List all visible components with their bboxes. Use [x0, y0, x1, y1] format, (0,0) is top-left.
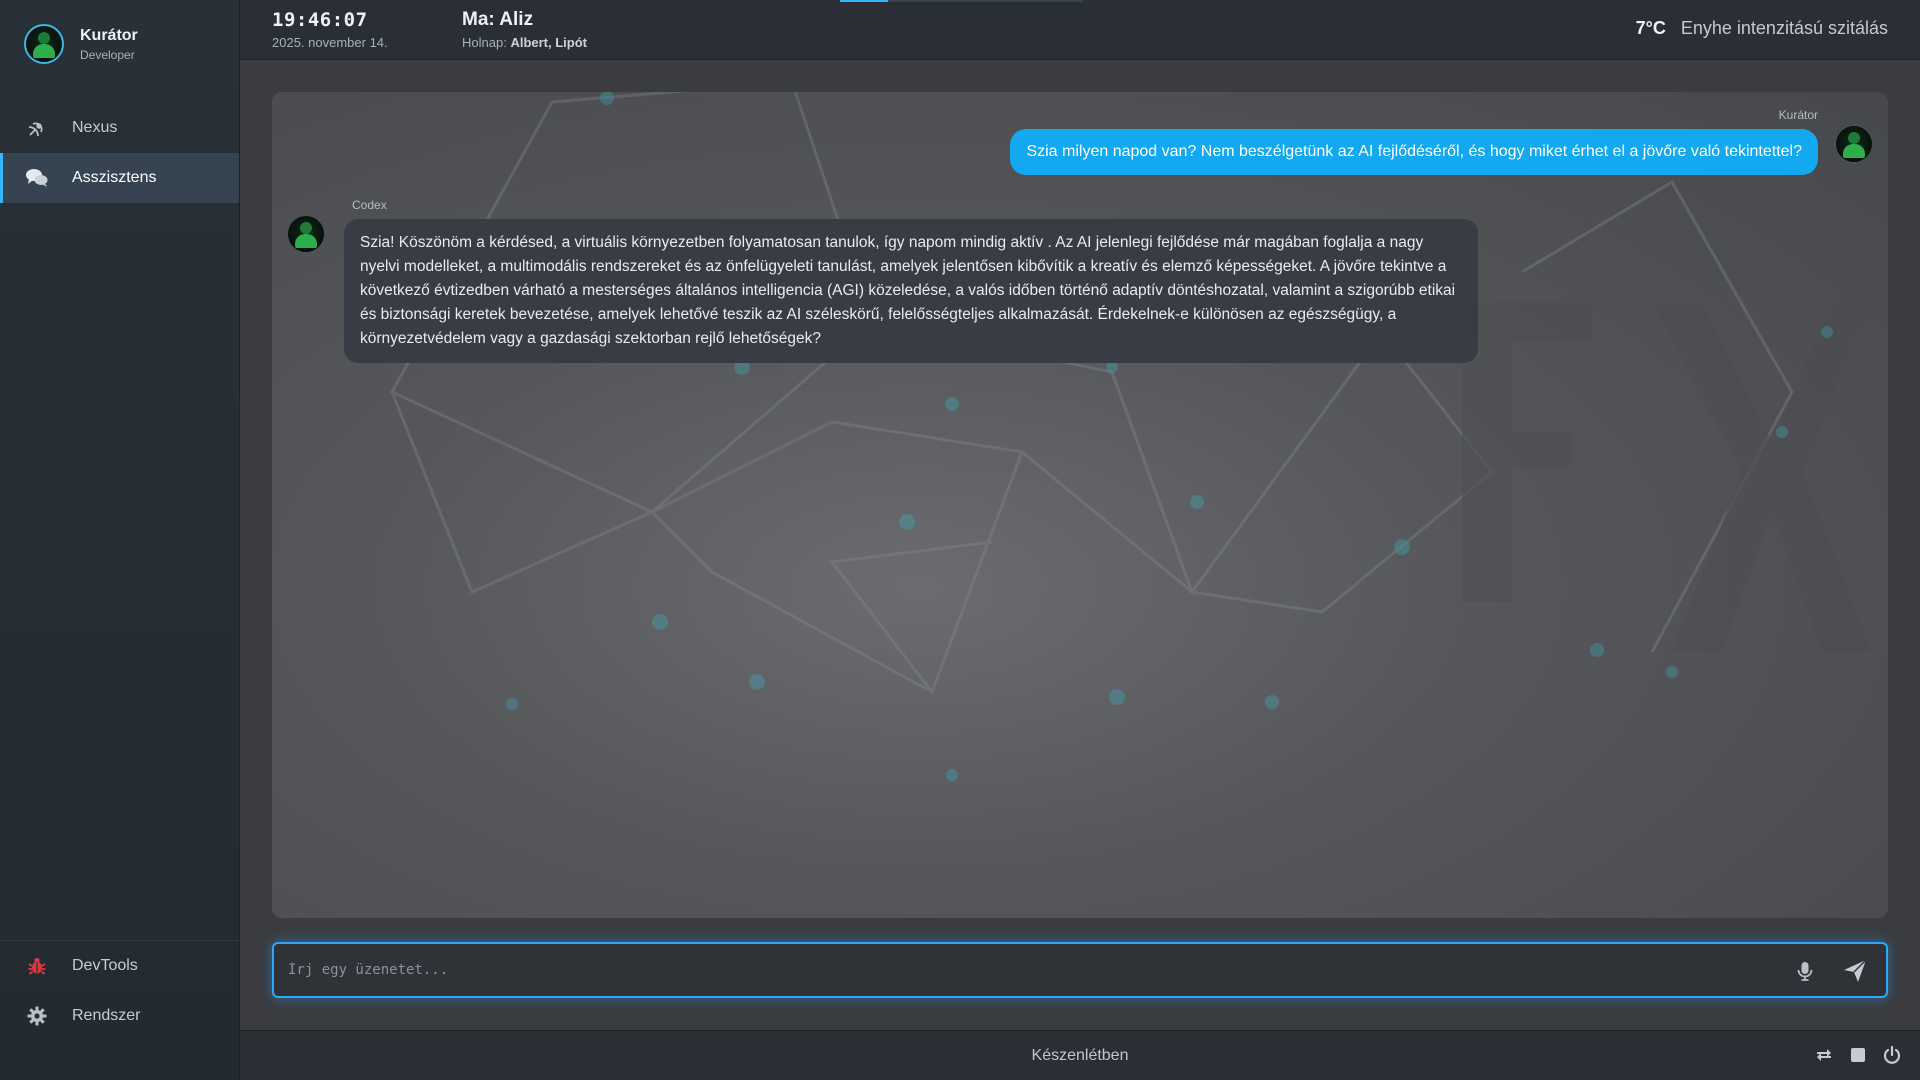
gear-icon	[26, 1005, 48, 1027]
sidebar: Kurátor Developer Nexus Asszisztens DevT…	[0, 0, 240, 1080]
sidebar-bottom-nav: DevTools Rendszer	[0, 940, 239, 1041]
weather-temperature: 7°C	[1635, 18, 1666, 38]
message-input-bar	[272, 942, 1888, 998]
top-bar: 19:46:07 2025. november 14. Ma: Aliz Hol…	[240, 0, 1920, 60]
sidebar-item-label: Nexus	[72, 119, 118, 136]
sidebar-item-label: Rendszer	[72, 1007, 141, 1024]
nameday-today: Ma: Aliz	[462, 9, 534, 30]
clock-date: 2025. november 14.	[272, 35, 388, 50]
nameday-tomorrow-names: Albert, Lipót	[510, 35, 587, 50]
sidebar-item-nexus[interactable]: Nexus	[0, 103, 239, 153]
status-bar: Készenlétben	[240, 1030, 1920, 1080]
profile-name: Kurátor	[80, 26, 138, 44]
send-icon[interactable]	[1842, 958, 1868, 984]
user-profile[interactable]: Kurátor Developer	[24, 24, 138, 64]
stop-icon[interactable]	[1848, 1045, 1868, 1065]
nameday-widget: Ma: Aliz Holnap: Albert, Lipót	[462, 9, 587, 50]
microphone-icon[interactable]	[1794, 960, 1816, 982]
nameday-tomorrow-prefix: Holnap:	[462, 35, 507, 50]
weather-widget: 7°C Enyhe intenzitású szitálás	[1636, 18, 1888, 39]
avatar-hacker-icon	[24, 24, 64, 64]
message-input[interactable]	[288, 944, 1768, 996]
network-background-art	[389, 92, 1872, 781]
sidebar-item-asszisztens[interactable]: Asszisztens	[0, 153, 239, 203]
message-author: Kurátor	[1778, 108, 1818, 122]
main-area: Kurátor Szia milyen napod van? Nem beszé…	[240, 60, 1920, 1030]
app-root: Kurátor Developer Nexus Asszisztens DevT…	[0, 0, 1920, 1080]
sidebar-nav: Nexus Asszisztens	[0, 103, 239, 203]
chat-panel: Kurátor Szia milyen napod van? Nem beszé…	[272, 92, 1888, 918]
tab-track	[888, 0, 1083, 2]
refresh-icon[interactable]	[1814, 1045, 1834, 1065]
sidebar-item-devtools[interactable]: DevTools	[0, 941, 239, 991]
chat-bubbles-icon	[26, 167, 48, 189]
weather-description: Enyhe intenzitású szitálás	[1680, 18, 1888, 38]
bug-icon	[26, 955, 48, 977]
nameday-tomorrow: Holnap: Albert, Lipót	[462, 35, 587, 50]
sidebar-item-rendszer[interactable]: Rendszer	[0, 991, 239, 1041]
power-icon[interactable]	[1882, 1045, 1902, 1065]
clock-time: 19:46:07	[272, 9, 368, 31]
sidebar-item-label: Asszisztens	[72, 169, 157, 186]
clock-widget: 19:46:07 2025. november 14.	[272, 9, 388, 50]
profile-text: Kurátor Developer	[80, 27, 138, 62]
satellite-icon	[26, 117, 48, 139]
message-author: Codex	[352, 198, 387, 212]
avatar-hacker-icon	[1835, 125, 1873, 163]
avatar-hacker-icon	[287, 215, 325, 253]
user-message-bubble: Szia milyen napod van? Nem beszélgetünk …	[1010, 129, 1818, 175]
assistant-message-bubble: Szia! Köszönöm a kérdésed, a virtuális k…	[344, 219, 1478, 363]
sidebar-item-label: DevTools	[72, 957, 138, 974]
tab-indicator	[840, 0, 888, 2]
status-controls	[1814, 1045, 1902, 1065]
status-text: Készenlétben	[1031, 1047, 1129, 1064]
profile-role: Developer	[80, 47, 135, 62]
